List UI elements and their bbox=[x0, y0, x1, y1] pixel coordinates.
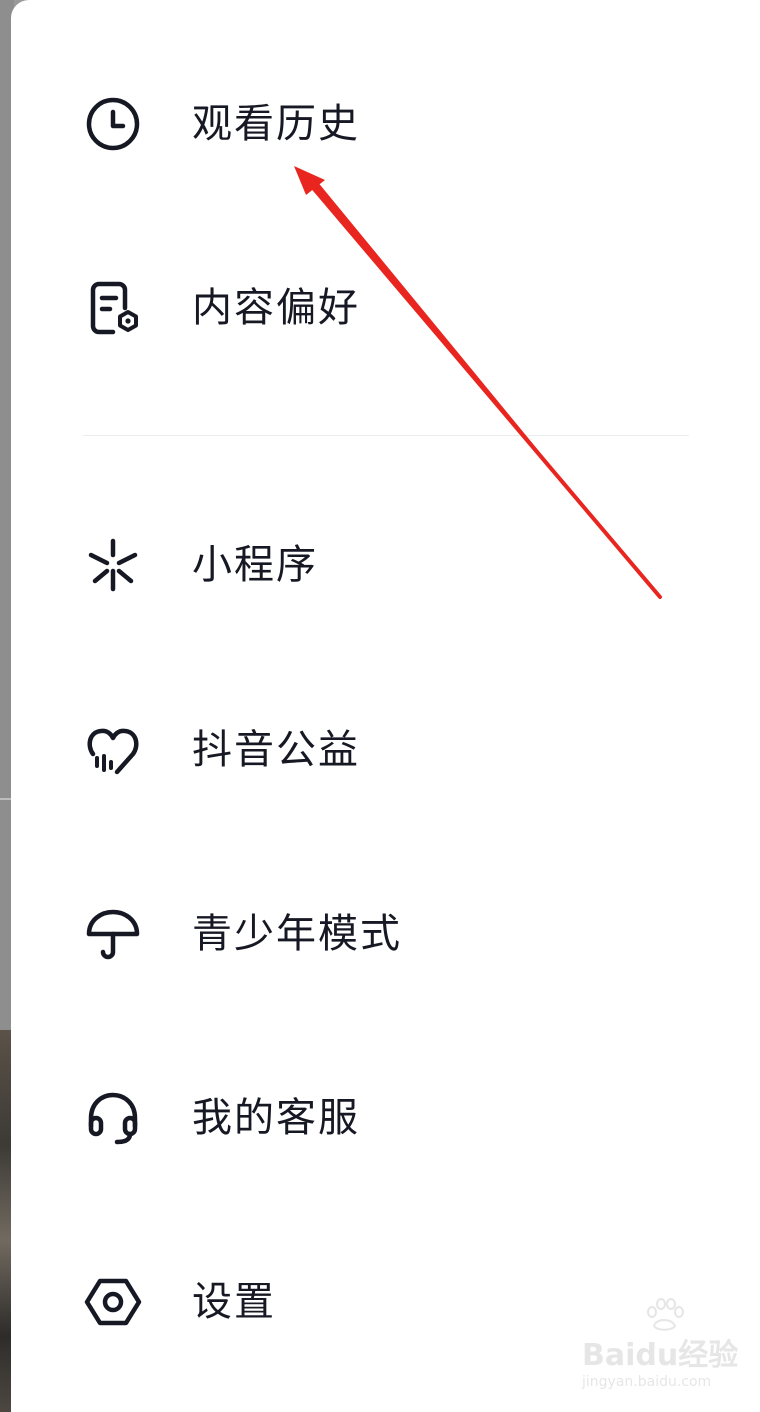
menu-item-watch-history[interactable]: 观看历史 bbox=[11, 64, 760, 184]
menu-item-label: 小程序 bbox=[192, 542, 318, 588]
baidu-jingyan-watermark: Baidu经验 jingyan.baidu.com bbox=[582, 1298, 738, 1400]
watermark-url: jingyan.baidu.com bbox=[582, 1374, 712, 1390]
menu-item-label: 青少年模式 bbox=[192, 911, 402, 957]
menu-item-content-preference[interactable]: 内容偏好 bbox=[11, 248, 760, 368]
watermark-title: Baidu经验 bbox=[582, 1338, 739, 1373]
hexagon-settings-icon bbox=[83, 1272, 143, 1332]
baidu-paw-icon bbox=[647, 1298, 684, 1331]
menu-item-label: 设置 bbox=[192, 1279, 276, 1325]
menu-item-charity[interactable]: 抖音公益 bbox=[11, 690, 760, 810]
umbrella-icon bbox=[83, 904, 143, 964]
menu-item-label: 内容偏好 bbox=[192, 285, 360, 331]
menu-divider bbox=[83, 435, 689, 436]
mini-program-icon bbox=[83, 535, 143, 595]
menu-item-label: 抖音公益 bbox=[192, 727, 360, 773]
side-drawer-menu: 观看历史 内容偏好 小程序 抖音公益 青少年模式 我的客服 设置 bbox=[11, 0, 760, 1412]
headset-icon bbox=[83, 1088, 143, 1148]
menu-item-teen-mode[interactable]: 青少年模式 bbox=[11, 874, 760, 994]
document-settings-icon bbox=[83, 278, 143, 338]
menu-item-label: 我的客服 bbox=[192, 1095, 360, 1141]
clock-icon bbox=[83, 94, 143, 154]
menu-item-mini-programs[interactable]: 小程序 bbox=[11, 505, 760, 625]
menu-item-label: 观看历史 bbox=[192, 101, 360, 147]
menu-item-customer-service[interactable]: 我的客服 bbox=[11, 1058, 760, 1178]
charity-heart-icon bbox=[83, 720, 143, 780]
